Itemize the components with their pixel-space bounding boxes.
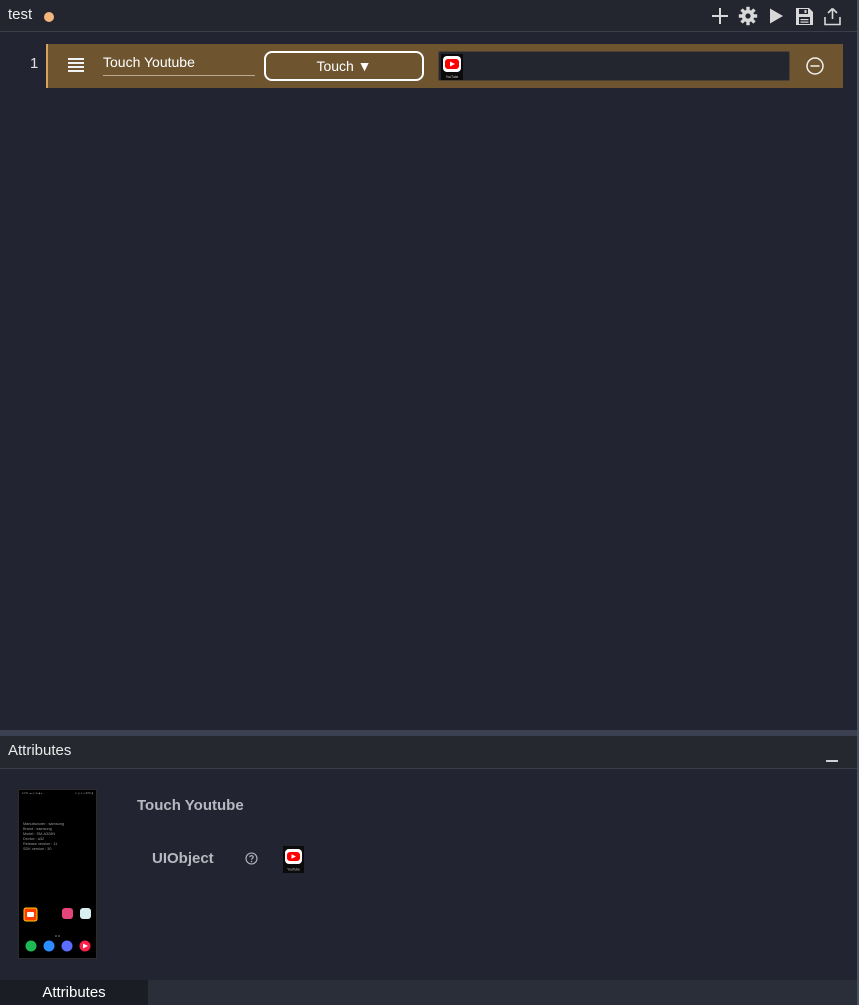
- svg-text:SDK version : 30: SDK version : 30: [23, 847, 52, 851]
- gear-icon[interactable]: [737, 5, 759, 27]
- device-screenshot[interactable]: 12:01 ☁ ◎ ⊕ ◆ ▴ ✦ ◎ ▾ ⊿ 83% ▮ Manufactur…: [18, 789, 97, 959]
- uiobject-youtube-caption: YouTube: [287, 868, 300, 872]
- save-icon[interactable]: [793, 5, 815, 27]
- step-row[interactable]: Touch ▼ YouTube: [46, 44, 843, 88]
- help-icon[interactable]: [245, 852, 258, 865]
- attributes-panel-title: Attributes: [8, 742, 72, 759]
- svg-text:✦ ◎ ▾ ⊿ 83% ▮: ✦ ◎ ▾ ⊿ 83% ▮: [75, 791, 94, 795]
- tab-title[interactable]: test: [8, 6, 32, 23]
- youtube-app-icon[interactable]: YouTube: [441, 54, 463, 80]
- youtube-caption: YouTube: [446, 75, 459, 79]
- unsaved-indicator: [44, 12, 54, 22]
- svg-text:Manufacturer : samsung: Manufacturer : samsung: [23, 822, 64, 826]
- plus-icon[interactable]: [709, 5, 731, 27]
- step-name-input[interactable]: [103, 48, 255, 76]
- svg-text:Release version : 11: Release version : 11: [23, 842, 57, 846]
- device-screenshot-image: 12:01 ☁ ◎ ⊕ ◆ ▴ ✦ ◎ ▾ ⊿ 83% ▮ Manufactur…: [19, 790, 96, 958]
- uiobject-youtube-icon[interactable]: YouTube: [283, 846, 304, 873]
- play-icon[interactable]: [765, 5, 787, 27]
- minimize-icon[interactable]: [824, 746, 840, 762]
- uiobject-label: UIObject: [152, 850, 214, 867]
- action-dropdown[interactable]: Touch ▼: [264, 51, 424, 81]
- step-number: 1: [30, 55, 39, 72]
- attributes-panel: Attributes 12:01 ☁ ◎ ⊕ ◆ ▴ ✦ ◎ ▾ ⊿ 83% ▮…: [0, 736, 857, 980]
- bottom-tab-bar: Attributes: [0, 980, 859, 1005]
- remove-step-icon[interactable]: [805, 56, 825, 76]
- tab-attributes-label: Attributes: [42, 984, 106, 1001]
- svg-text:12:01 ☁ ◎ ⊕ ◆ ▴: 12:01 ☁ ◎ ⊕ ◆ ▴: [22, 791, 43, 795]
- svg-text:Device : a32: Device : a32: [23, 837, 44, 841]
- export-icon[interactable]: [821, 5, 843, 27]
- attributes-panel-header: Attributes: [0, 736, 857, 769]
- top-bar: test: [0, 0, 857, 32]
- target-object-field[interactable]: YouTube: [438, 51, 790, 81]
- script-editor: 1 Touch ▼ YouTube: [0, 33, 857, 730]
- action-dropdown-label: Touch ▼: [316, 58, 372, 74]
- attribute-step-name: Touch Youtube: [137, 797, 244, 814]
- svg-text:Brand : samsung: Brand : samsung: [23, 827, 52, 831]
- tab-attributes[interactable]: Attributes: [0, 980, 148, 1005]
- svg-text:Model : SM-A326N: Model : SM-A326N: [23, 832, 55, 836]
- drag-handle-icon[interactable]: [66, 58, 86, 74]
